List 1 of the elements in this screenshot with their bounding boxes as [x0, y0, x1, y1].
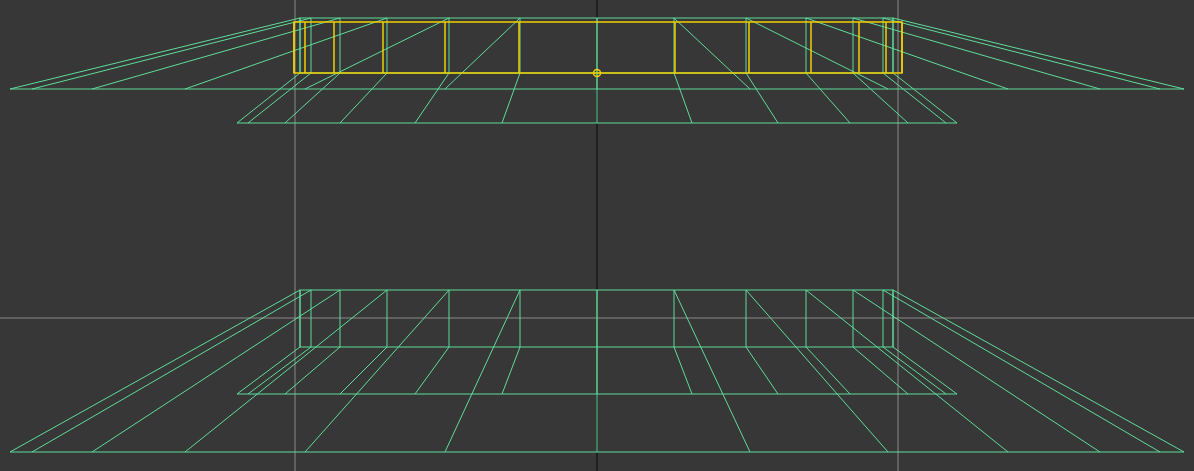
pivot-icon [592, 68, 602, 78]
